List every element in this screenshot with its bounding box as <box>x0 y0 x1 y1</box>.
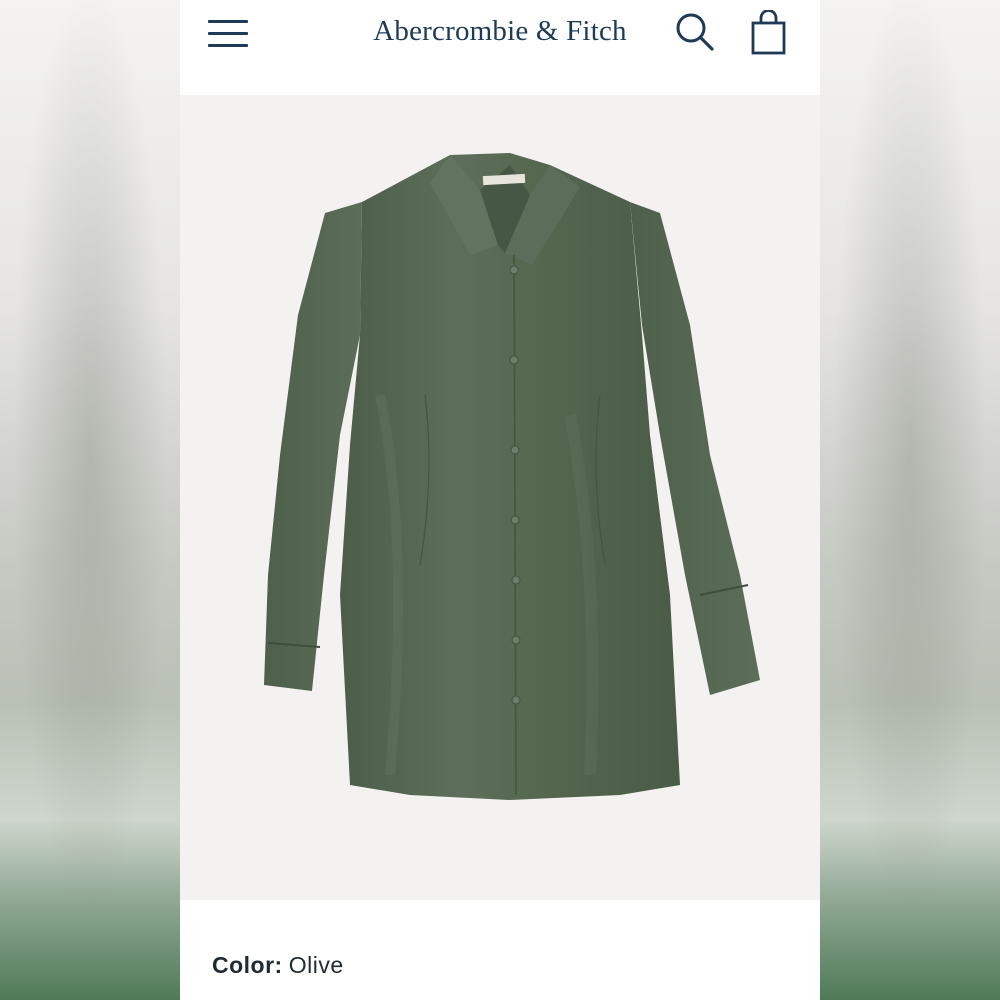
site-header: Abercrombie & Fitch <box>180 0 820 95</box>
hamburger-menu-icon[interactable] <box>206 14 252 54</box>
color-value: Olive <box>288 952 344 978</box>
product-image[interactable] <box>180 95 820 900</box>
shopping-bag-icon[interactable] <box>750 9 788 56</box>
shirt-dress-illustration <box>264 153 760 800</box>
color-label: Color: <box>212 952 283 978</box>
right-blurred-backdrop <box>820 0 1000 1000</box>
product-page: Abercrombie & Fitch Color: Olive <box>180 0 820 1000</box>
search-icon[interactable] <box>674 11 716 53</box>
brand-logo[interactable]: Abercrombie & Fitch <box>360 12 640 50</box>
left-blurred-backdrop <box>0 0 180 1000</box>
color-selector-label: Color: Olive <box>212 952 344 979</box>
